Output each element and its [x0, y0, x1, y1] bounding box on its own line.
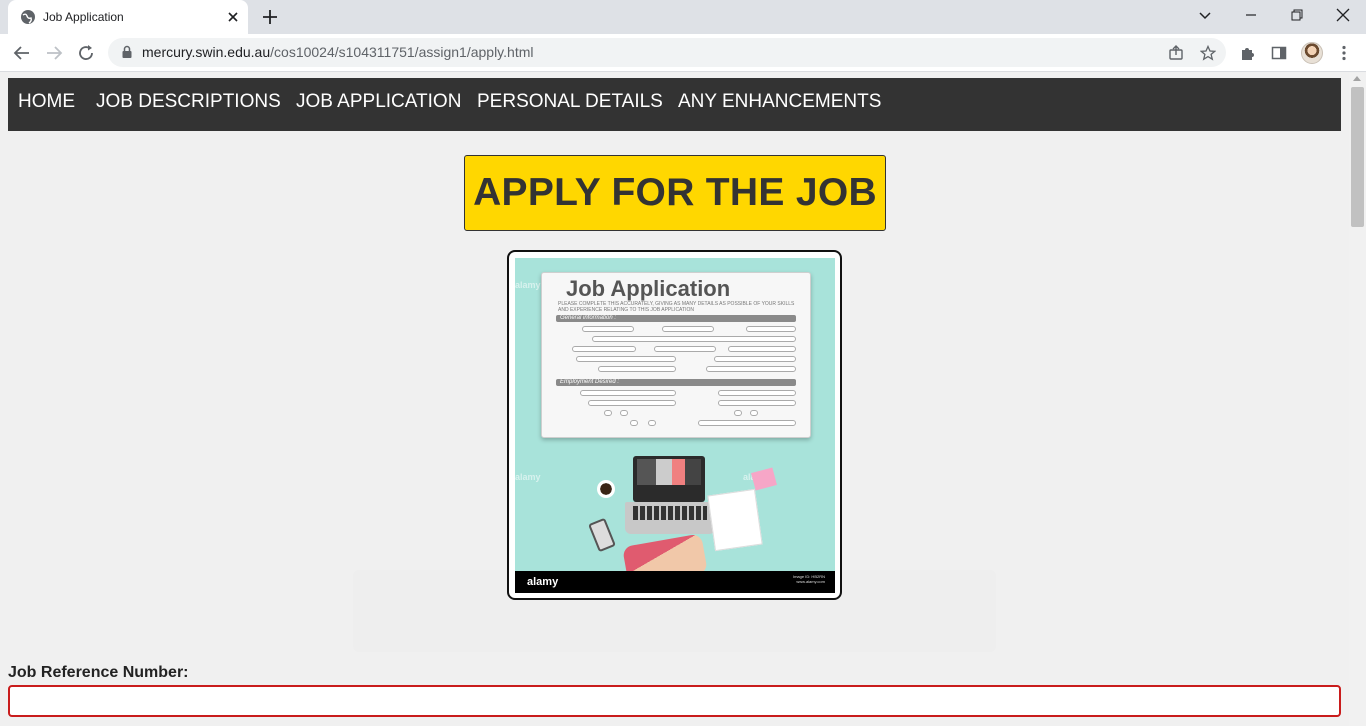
forward-arrow-icon[interactable] — [43, 42, 65, 64]
reload-icon[interactable] — [75, 42, 97, 64]
page-scrollbar[interactable] — [1349, 73, 1366, 726]
job-application-illustration: alamy alamy alamy Job Application PLEASE… — [515, 258, 835, 593]
restore-icon[interactable] — [1274, 0, 1320, 30]
paper-field-row — [558, 400, 796, 406]
paper-section-bar: Employment Desired : — [556, 379, 796, 386]
apply-heading-banner: APPLY FOR THE JOB — [464, 155, 886, 231]
scroll-up-arrow-icon[interactable] — [1353, 76, 1361, 81]
paper-subtitle: PLEASE COMPLETE THIS ACCURATELY, GIVING … — [558, 301, 795, 313]
tab-search-chevron-icon[interactable] — [1182, 0, 1228, 30]
side-panel-icon[interactable] — [1268, 42, 1290, 64]
paper-section-bar: General information : — [556, 315, 796, 322]
sticky-notes — [751, 467, 777, 491]
address-bar[interactable]: mercury.swin.edu.au/cos10024/s104311751/… — [108, 38, 1226, 67]
scroll-thumb[interactable] — [1351, 87, 1364, 227]
puzzle-icon[interactable] — [1237, 42, 1259, 64]
job-reference-label: Job Reference Number: — [8, 664, 189, 681]
nav-item-home[interactable]: HOME — [18, 78, 75, 131]
paper-field-row — [558, 366, 796, 372]
close-icon[interactable] — [225, 9, 241, 25]
paper-section-employment: Employment Desired : — [560, 379, 620, 385]
minimize-icon[interactable] — [1228, 0, 1274, 30]
nav-item-job-application[interactable]: JOB APPLICATION — [296, 78, 461, 131]
stock-photo-meta: Image ID: HB2RN www.alamy.com — [793, 574, 825, 584]
url-text: mercury.swin.edu.au/cos10024/s104311751/… — [142, 44, 533, 61]
paper-field-row — [558, 390, 796, 396]
url-host: mercury.swin.edu.au — [142, 44, 271, 60]
page-viewport: HOME JOB DESCRIPTIONS JOB APPLICATION PE… — [0, 73, 1366, 726]
url-path: /cos10024/s104311751/assign1/apply.html — [270, 44, 534, 60]
watermark-text: alamy — [515, 472, 541, 482]
share-icon[interactable] — [1166, 43, 1186, 63]
application-form-paper: Job Application PLEASE COMPLETE THIS ACC… — [541, 272, 811, 438]
nav-item-personal-details[interactable]: PERSONAL DETAILS — [477, 78, 663, 131]
site-nav-bar: HOME JOB DESCRIPTIONS JOB APPLICATION PE… — [8, 78, 1341, 131]
paper-field-row — [558, 420, 796, 426]
job-application-image: alamy alamy alamy Job Application PLEASE… — [507, 250, 842, 600]
profile-avatar[interactable] — [1301, 42, 1323, 64]
paper-field-row — [558, 356, 796, 362]
paper-field-row — [558, 336, 796, 342]
paper-title: Job Application — [566, 276, 731, 301]
nav-item-job-descriptions[interactable]: JOB DESCRIPTIONS — [96, 78, 281, 131]
window-close-icon[interactable] — [1320, 0, 1366, 30]
lock-icon[interactable] — [120, 45, 134, 59]
page-title: APPLY FOR THE JOB — [473, 171, 877, 214]
nav-item-any-enhancements[interactable]: ANY ENHANCEMENTS — [678, 78, 881, 131]
tab-title: Job Application — [43, 10, 124, 24]
paper-field-row — [558, 326, 796, 332]
back-arrow-icon[interactable] — [11, 42, 33, 64]
alamy-logo: alamy — [527, 576, 559, 588]
site-url-text: www.alamy.com — [796, 579, 825, 584]
paper-section-general: General information : — [560, 315, 617, 321]
notebook — [707, 488, 763, 552]
star-icon[interactable] — [1198, 43, 1218, 63]
watermark-text: alamy — [515, 280, 541, 290]
browser-toolbar: mercury.swin.edu.au/cos10024/s104311751/… — [0, 34, 1366, 72]
globe-icon — [21, 10, 35, 24]
new-tab-plus-icon[interactable] — [260, 7, 280, 27]
laptop — [633, 456, 705, 502]
kebab-menu-icon[interactable] — [1333, 42, 1355, 64]
coffee-cup — [597, 480, 615, 498]
paper-field-row — [558, 346, 796, 352]
job-reference-input[interactable] — [8, 685, 1341, 717]
stock-photo-footer: alamy Image ID: HB2RN www.alamy.com — [515, 571, 835, 593]
smartphone — [588, 517, 616, 553]
browser-tab-strip: Job Application — [0, 0, 1366, 34]
paper-field-row — [558, 410, 796, 416]
laptop-keyboard — [625, 502, 715, 534]
browser-tab[interactable]: Job Application — [8, 0, 248, 34]
